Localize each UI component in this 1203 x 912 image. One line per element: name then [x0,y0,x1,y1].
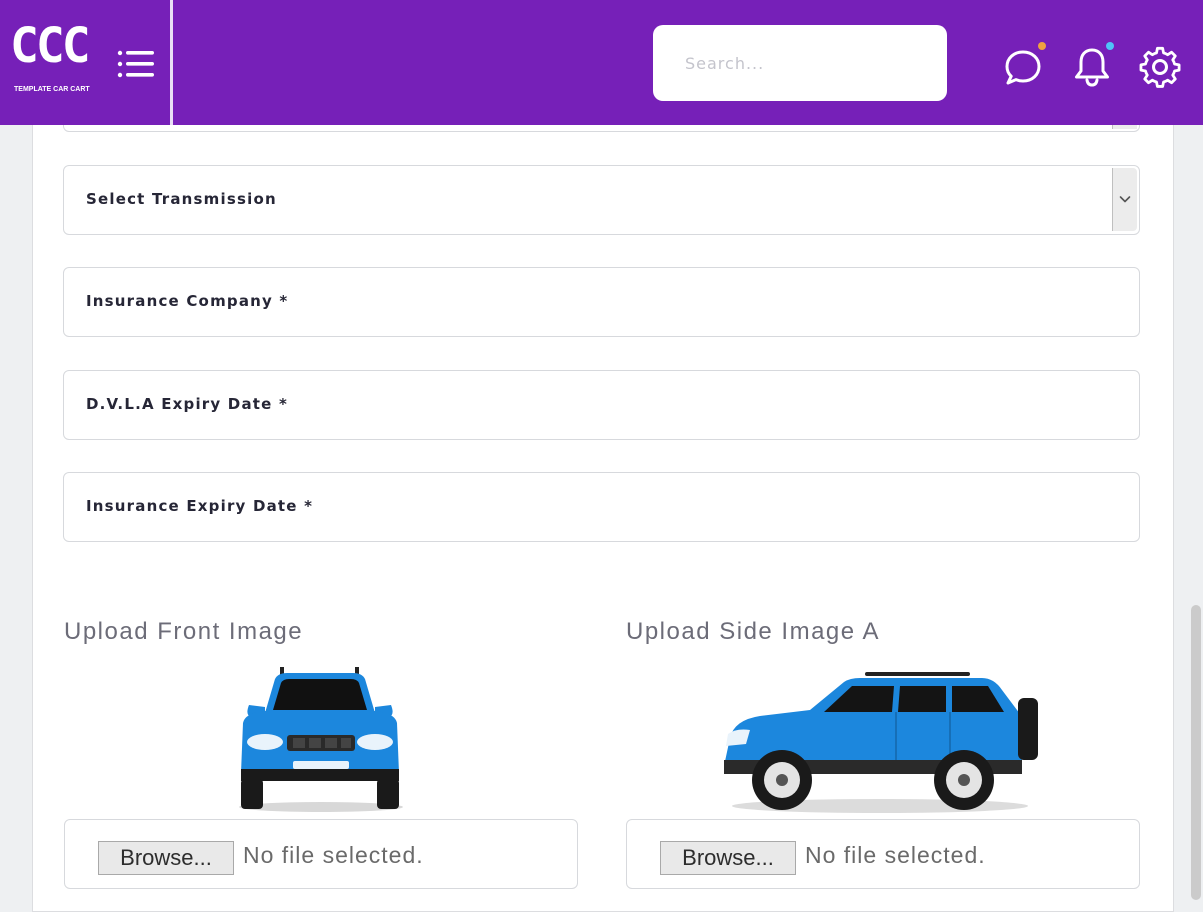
browse-button[interactable]: Browse... [660,841,796,875]
chat-notification-dot [1038,42,1046,50]
browse-button[interactable]: Browse... [98,841,234,875]
logo-subtitle: TEMPLATE CAR CART [14,86,90,93]
search-input[interactable] [653,25,947,101]
upload-front-label: Upload Front Image [64,618,304,645]
menu-icon[interactable] [116,48,156,80]
file-status: No file selected. [243,842,424,868]
top-navbar: CCC TEMPLATE CAR CART [0,0,1203,125]
insurance-company-placeholder: Insurance Company * [86,292,289,310]
gear-icon[interactable] [1139,46,1181,88]
side-image-a-file-input[interactable]: Browse... No file selected. [626,819,1140,889]
transmission-select-label: Select Transmission [86,190,277,208]
insurance-expiry-placeholder: Insurance Expiry Date * [86,497,314,515]
logo-area: CCC TEMPLATE CAR CART [0,0,173,125]
bell-icon[interactable] [1072,42,1114,88]
dvla-expiry-date-input[interactable]: D.V.L.A Expiry Date * [63,370,1140,440]
logo: CCC [10,18,91,74]
car-side-image[interactable] [720,668,1042,818]
chat-icon[interactable] [1003,42,1046,87]
insurance-company-input[interactable]: Insurance Company * [63,267,1140,337]
file-status: No file selected. [805,842,986,868]
dvla-expiry-placeholder: D.V.L.A Expiry Date * [86,395,288,413]
scrollbar-thumb[interactable] [1191,605,1201,900]
bell-notification-dot [1106,42,1114,50]
upload-side-a-label: Upload Side Image A [626,618,880,645]
car-front-image[interactable] [235,665,410,817]
transmission-select[interactable]: Select Transmission [63,165,1140,235]
chevron-down-icon [1112,168,1137,231]
insurance-expiry-date-input[interactable]: Insurance Expiry Date * [63,472,1140,542]
front-image-file-input[interactable]: Browse... No file selected. [64,819,578,889]
